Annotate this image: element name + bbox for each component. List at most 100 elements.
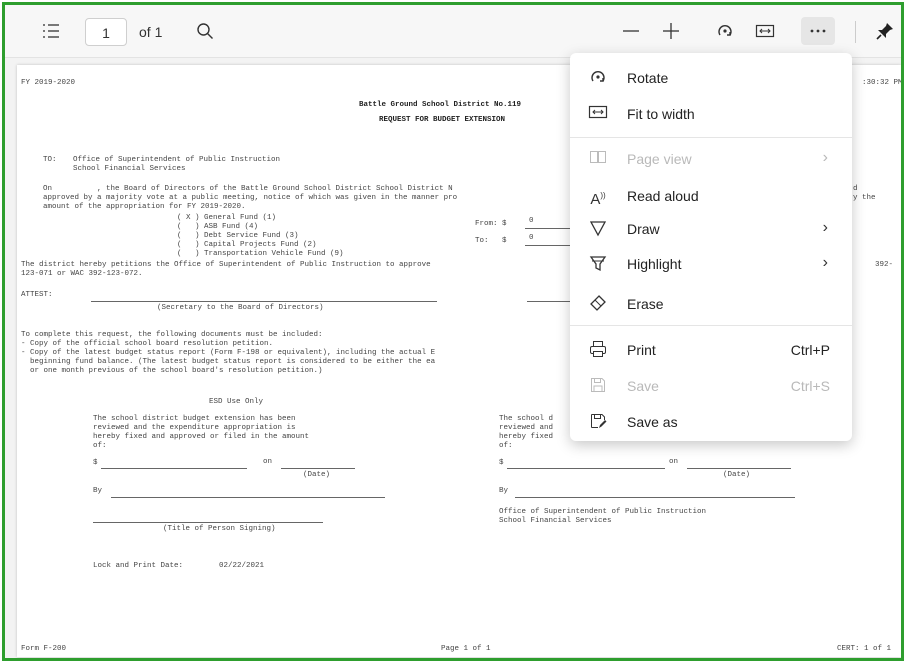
menu-item-draw[interactable]: Draw › xyxy=(570,212,852,246)
more-options-menu: Rotate Fit to width Page view › A)) Read… xyxy=(570,53,852,441)
from-amount-value: 0 xyxy=(529,217,534,225)
menu-item-label: Erase xyxy=(627,296,664,312)
menu-item-label: Fit to width xyxy=(627,106,695,122)
esd-dollar: $ xyxy=(93,459,98,467)
print-shortcut: Ctrl+P xyxy=(790,342,830,358)
to-label: TO: xyxy=(43,156,57,164)
app-frame: 1 of 1 FY 2019-2020 :30:32 PM Battle Gro… xyxy=(2,2,904,661)
menu-item-rotate[interactable]: Rotate xyxy=(570,61,852,95)
menu-item-label: Save xyxy=(627,378,659,394)
menu-item-read-aloud[interactable]: A)) Read aloud xyxy=(570,179,852,213)
menu-item-save-as[interactable]: Save as xyxy=(570,405,852,439)
zoom-in-icon[interactable] xyxy=(657,17,685,45)
footer-form: Form F-200 xyxy=(21,645,67,653)
search-icon[interactable] xyxy=(191,17,219,45)
eraser-icon xyxy=(588,294,608,314)
paragraph-right1: d xyxy=(853,185,858,193)
documents-item: beginning fund balance. (The latest budg… xyxy=(21,358,436,366)
print-time: :30:32 PM xyxy=(862,79,903,87)
menu-item-erase[interactable]: Erase xyxy=(570,287,852,321)
esd-paragraph: The school district budget extension has… xyxy=(93,415,296,423)
menu-item-label: Draw xyxy=(627,221,660,237)
ospi-on: on xyxy=(669,458,679,466)
menu-item-label: Save as xyxy=(627,414,678,430)
footer-page: Page 1 of 1 xyxy=(441,645,491,653)
lock-date-label: Lock and Print Date: xyxy=(93,562,184,570)
chevron-right-icon: › xyxy=(822,149,828,166)
secretary-caption: (Secretary to the Board of Directors) xyxy=(157,304,324,312)
from-amount-line xyxy=(525,228,571,229)
fiscal-year: FY 2019-2020 xyxy=(21,79,76,87)
contents-icon[interactable] xyxy=(37,17,65,45)
draw-icon xyxy=(588,219,608,239)
petition-line2: 123-071 or WAC 392-123-072. xyxy=(21,270,143,278)
menu-item-highlight[interactable]: Highlight › xyxy=(570,247,852,281)
from-amount-label: From: $ xyxy=(475,220,507,228)
menu-item-page-view: Page view › xyxy=(570,142,852,176)
paragraph-line1: On , the Board of Directors of the Battl… xyxy=(43,185,453,193)
chevron-right-icon: › xyxy=(822,219,828,236)
pdf-toolbar: 1 of 1 xyxy=(5,5,901,58)
menu-item-save: Save Ctrl+S xyxy=(570,369,852,403)
documents-item: - Copy of the latest budget status repor… xyxy=(21,349,436,357)
fit-width-icon xyxy=(588,104,608,124)
esd-paragraph: hereby fixed and approved or filed in th… xyxy=(93,433,310,441)
ospi-by: By xyxy=(499,487,509,495)
esd-amount-line xyxy=(101,468,247,469)
ospi-office-line1: Office of Superintendent of Public Instr… xyxy=(499,508,707,516)
chevron-right-icon: › xyxy=(822,254,828,271)
attest-label: ATTEST: xyxy=(21,291,53,299)
attest-line-right xyxy=(527,301,571,302)
save-as-icon xyxy=(588,412,608,432)
lock-date-value: 02/22/2021 xyxy=(219,562,265,570)
menu-item-label: Read aloud xyxy=(627,188,699,204)
save-icon xyxy=(588,376,608,396)
to-amount-line xyxy=(525,245,571,246)
esd-by: By xyxy=(93,487,103,495)
petition-right: 392- xyxy=(875,261,894,269)
esd-by-line xyxy=(111,497,385,498)
fund-option: ( X ) General Fund (1) xyxy=(177,214,277,222)
ospi-paragraph: hereby fixed xyxy=(499,433,554,441)
petition-line1: The district hereby petitions the Office… xyxy=(21,261,431,269)
esd-date-caption: (Date) xyxy=(303,471,331,479)
title-caption: (Title of Person Signing) xyxy=(163,525,276,533)
esd-date-line xyxy=(281,468,355,469)
menu-item-label: Highlight xyxy=(627,256,682,272)
esd-use-only: ESD Use Only xyxy=(209,398,264,406)
ospi-amount-line xyxy=(507,468,665,469)
zoom-out-icon[interactable] xyxy=(617,17,645,45)
esd-paragraph: of: xyxy=(93,442,107,450)
ospi-paragraph: The school d xyxy=(499,415,554,423)
fund-option: ( ) Transportation Vehicle Fund (9) xyxy=(177,250,344,258)
rotate-icon xyxy=(588,68,608,88)
menu-item-label: Page view xyxy=(627,151,692,167)
paragraph-right2: y the xyxy=(853,194,876,202)
read-aloud-icon: A)) xyxy=(590,191,606,208)
district-name: Battle Ground School District No.119 xyxy=(359,101,522,109)
page-view-icon xyxy=(588,149,608,169)
menu-item-fit-to-width[interactable]: Fit to width xyxy=(570,97,852,131)
fund-option: ( ) Debt Service Fund (3) xyxy=(177,232,299,240)
ospi-paragraph: of: xyxy=(499,442,513,450)
page-number-input[interactable]: 1 xyxy=(85,18,127,46)
highlight-icon xyxy=(588,254,608,274)
fund-option: ( ) Capital Projects Fund (2) xyxy=(177,241,317,249)
to-address-line2: School Financial Services xyxy=(73,165,186,173)
toolbar-divider xyxy=(855,21,856,43)
ospi-by-line xyxy=(515,497,795,498)
more-icon[interactable] xyxy=(801,17,835,45)
pin-icon[interactable] xyxy=(871,17,899,45)
paragraph-line2: approved by a majority vote at a public … xyxy=(43,194,458,202)
esd-on: on xyxy=(263,458,273,466)
menu-item-print[interactable]: Print Ctrl+P xyxy=(570,333,852,367)
footer-cert: CERT: 1 of 1 xyxy=(837,645,892,653)
form-heading: REQUEST FOR BUDGET EXTENSION xyxy=(379,116,506,124)
fit-width-icon[interactable] xyxy=(751,17,779,45)
page-count-label: of 1 xyxy=(139,24,163,40)
to-amount-label: To: $ xyxy=(475,237,507,245)
ospi-date-line xyxy=(687,468,791,469)
documents-heading: To complete this request, the following … xyxy=(21,331,323,339)
rotate-icon[interactable] xyxy=(711,17,739,45)
to-amount-value: 0 xyxy=(529,234,534,242)
